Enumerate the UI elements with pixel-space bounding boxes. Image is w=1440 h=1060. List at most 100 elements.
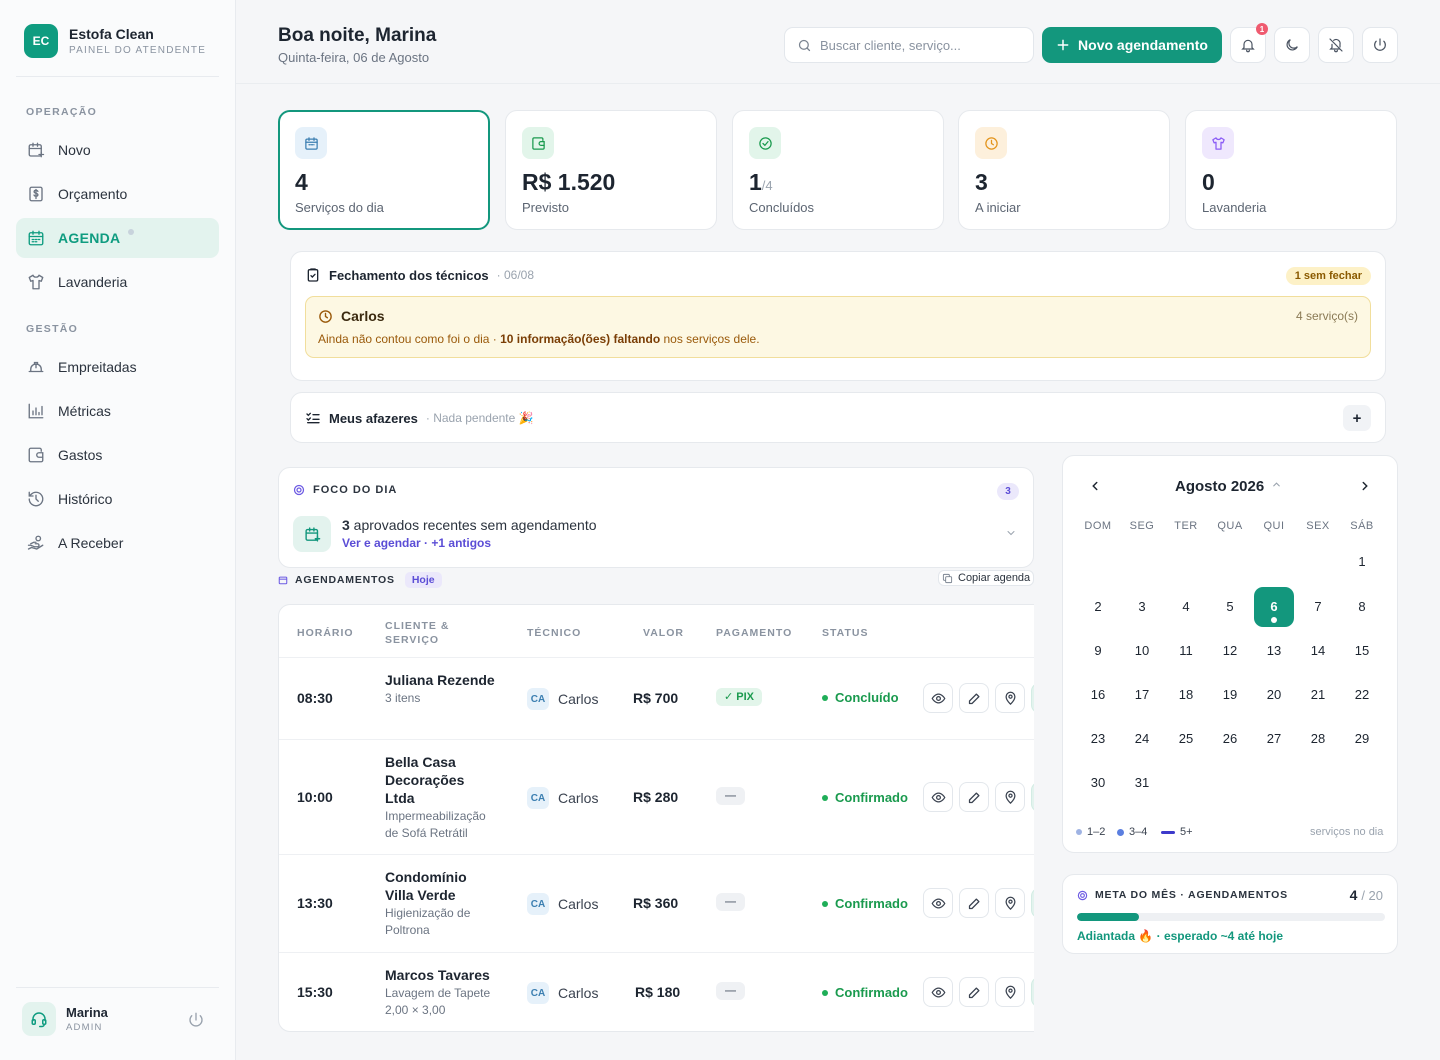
more-actions-button[interactable] [1031, 782, 1034, 812]
location-button[interactable] [995, 782, 1025, 812]
copy-agenda-button[interactable]: Copiar agenda [938, 570, 1034, 586]
search-input[interactable] [820, 37, 1020, 53]
calendar-day[interactable]: 13 [1254, 631, 1294, 671]
power-button[interactable] [1362, 27, 1398, 63]
calendar-day[interactable]: 27 [1254, 719, 1294, 759]
calendar-day[interactable]: 5 [1210, 587, 1250, 627]
calendar-day[interactable]: 21 [1298, 675, 1338, 715]
section-operacao: OPERAÇÃO [26, 106, 98, 118]
stat-card-servicos[interactable]: 4 Serviços do dia [278, 110, 490, 230]
search-box[interactable] [784, 27, 1034, 63]
calendar-day[interactable]: 18 [1166, 675, 1206, 715]
focus-item-text[interactable]: 3 aprovados recentes sem agendamento [342, 517, 597, 533]
calendar-day[interactable]: 31 [1122, 763, 1162, 803]
calendar-day[interactable]: 12 [1210, 631, 1250, 671]
location-button[interactable] [995, 977, 1025, 1007]
filter-today-tab[interactable]: Hoje [404, 572, 442, 588]
calendar-day[interactable]: 19 [1210, 675, 1250, 715]
add-todo-button[interactable]: + [1343, 405, 1371, 431]
view-button[interactable] [923, 977, 953, 1007]
edit-button[interactable] [959, 888, 989, 918]
sidebar-item-empreitadas[interactable]: Empreitadas [16, 347, 219, 387]
calendar-day[interactable]: 23 [1078, 719, 1118, 759]
calendar-day[interactable]: 29 [1342, 719, 1382, 759]
calendar-day[interactable]: 9 [1078, 631, 1118, 671]
table-row[interactable]: 13:30 Condomínio Villa Verde Higienizaçã… [279, 854, 1034, 952]
sidebar-item-novo[interactable]: Novo [16, 130, 219, 170]
dark-mode-button[interactable] [1274, 27, 1310, 63]
legend-item: 5+ [1161, 826, 1193, 838]
technician-warning[interactable]: Carlos 4 serviço(s) Ainda não contou com… [305, 296, 1371, 358]
warning-tech-name: Carlos [341, 308, 385, 324]
appointments-table: HORÁRIO CLIENTE & SERVIÇO TÉCNICO VALOR P… [278, 604, 1034, 1032]
notifications-button[interactable]: 1 [1230, 23, 1268, 63]
chevron-up-icon [1273, 482, 1281, 487]
calendar-day[interactable]: 8 [1342, 587, 1382, 627]
logout-power-icon[interactable] [187, 1011, 205, 1029]
sidebar-item-gastos[interactable]: Gastos [16, 435, 219, 475]
view-button[interactable] [923, 782, 953, 812]
stat-card-previsto[interactable]: R$ 1.520 Previsto [505, 110, 717, 230]
calendar-day[interactable]: 20 [1254, 675, 1294, 715]
calendar-day[interactable]: 16 [1078, 675, 1118, 715]
calendar-day[interactable]: 3 [1122, 587, 1162, 627]
sidebar-item-historico[interactable]: Histórico [16, 479, 219, 519]
calendar-month[interactable]: Agosto 2026 [1175, 478, 1282, 495]
calendar-day[interactable]: 17 [1122, 675, 1162, 715]
stat-icon-wrap [975, 127, 1007, 159]
stat-card-concluidos[interactable]: 1/4 Concluídos [732, 110, 944, 230]
sidebar-item-orcamento[interactable]: Orçamento [16, 174, 219, 214]
calendar-weekday: SÁB [1350, 520, 1374, 532]
calendar-day[interactable]: 28 [1298, 719, 1338, 759]
location-button[interactable] [995, 683, 1025, 713]
edit-button[interactable] [959, 977, 989, 1007]
calendar-day-today[interactable]: 6 [1254, 587, 1294, 627]
sidebar-item-metricas[interactable]: Métricas [16, 391, 219, 431]
sidebar-item-lavanderia[interactable]: Lavanderia [16, 262, 219, 302]
calendar-day[interactable]: 22 [1342, 675, 1382, 715]
row-client-cell: Bella Casa Decorações Ltda Impermeabiliz… [385, 753, 497, 842]
calendar-day[interactable]: 1 [1342, 542, 1382, 582]
more-actions-button[interactable] [1031, 683, 1034, 713]
table-row[interactable]: 10:00 Bella Casa Decorações Ltda Imperme… [279, 739, 1034, 854]
stat-label: A iniciar [975, 200, 1021, 215]
edit-button[interactable] [959, 782, 989, 812]
stat-icon-wrap [749, 127, 781, 159]
calendar-day[interactable]: 14 [1298, 631, 1338, 671]
view-button[interactable] [923, 683, 953, 713]
warning-services-count: 4 serviço(s) [1295, 309, 1358, 323]
calendar-icon [28, 230, 44, 246]
sidebar-item-agenda[interactable]: AGENDA [16, 218, 219, 258]
new-appointment-button[interactable]: Novo agendamento [1042, 27, 1222, 63]
chevron-right-icon[interactable] [1358, 479, 1372, 493]
table-row[interactable]: 15:30 Marcos Tavares Lavagem de Tapete 2… [279, 952, 1034, 1031]
calendar-day[interactable]: 15 [1342, 631, 1382, 671]
view-button[interactable] [923, 888, 953, 918]
table-row[interactable]: 08:30 Juliana Rezende 3 itens CA Carlos R… [279, 657, 1034, 739]
calendar-day[interactable]: 24 [1122, 719, 1162, 759]
more-actions-button[interactable] [1031, 977, 1034, 1007]
mute-notifications-button[interactable] [1318, 27, 1354, 63]
calendar-day[interactable]: 2 [1078, 587, 1118, 627]
row-payment: — [716, 893, 745, 911]
sidebar-item-a-receber[interactable]: A Receber [16, 523, 219, 563]
edit-button[interactable] [959, 683, 989, 713]
location-button[interactable] [995, 888, 1025, 918]
stat-icon-wrap [1202, 127, 1234, 159]
more-actions-button[interactable] [1031, 888, 1034, 918]
calendar-day[interactable]: 25 [1166, 719, 1206, 759]
stat-value: 0 [1202, 169, 1215, 195]
calendar-day[interactable]: 4 [1166, 587, 1206, 627]
calendar-day[interactable]: 11 [1166, 631, 1206, 671]
chevron-down-icon[interactable] [1005, 527, 1017, 539]
user-box[interactable]: Marina ADMIN [22, 1002, 108, 1036]
calendar-day[interactable]: 10 [1122, 631, 1162, 671]
stat-card-a-iniciar[interactable]: 3 A iniciar [958, 110, 1170, 230]
focus-item-link[interactable]: Ver e agendar · +1 antigos [342, 536, 491, 550]
calendar-day[interactable]: 26 [1210, 719, 1250, 759]
calendar-day[interactable]: 30 [1078, 763, 1118, 803]
stat-label: Lavanderia [1202, 200, 1267, 215]
calendar-day[interactable]: 7 [1298, 587, 1338, 627]
stat-card-lavanderia[interactable]: 0 Lavanderia [1185, 110, 1397, 230]
chevron-left-icon[interactable] [1088, 479, 1102, 493]
